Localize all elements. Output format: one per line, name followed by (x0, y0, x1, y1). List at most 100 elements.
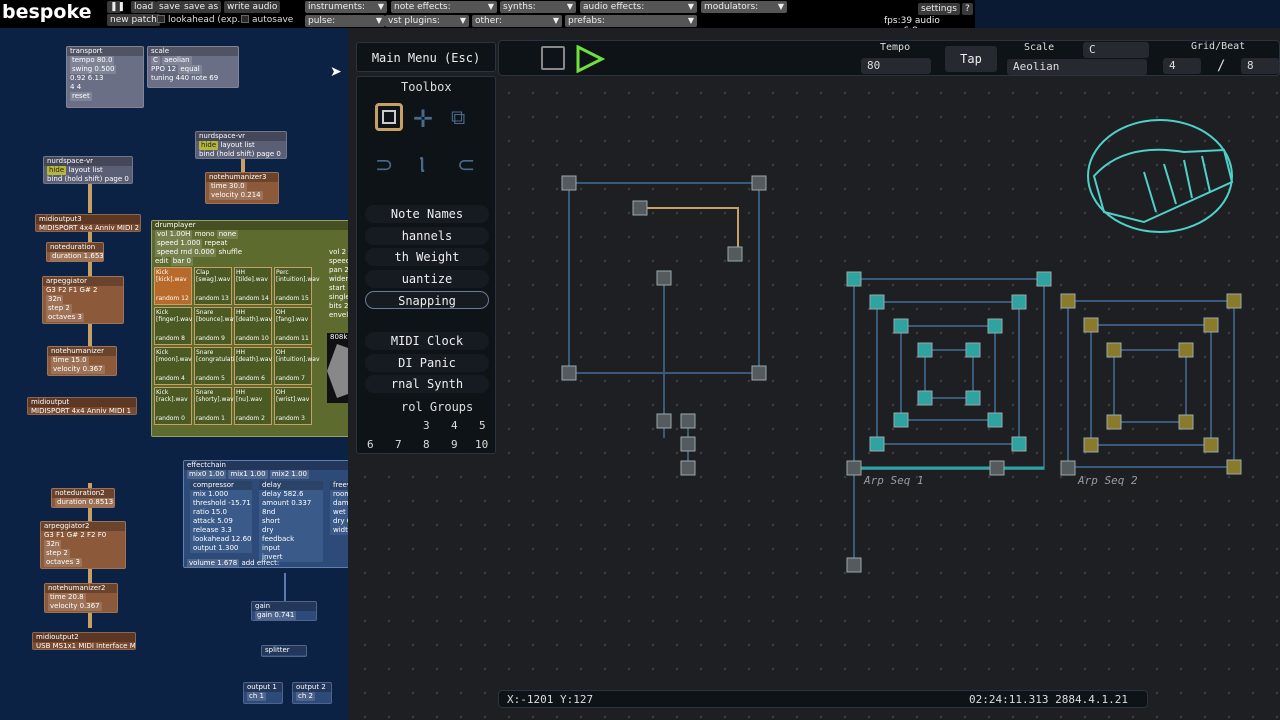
notehumanizer3-module[interactable]: notehumanizer3 time 30.0 velocity 0.214 (205, 172, 279, 204)
sequencer-node[interactable] (1226, 459, 1242, 475)
sequencer-node[interactable] (1011, 294, 1027, 310)
sequencer-node[interactable] (1226, 293, 1242, 309)
delay-effect[interactable]: delay delay 582.6 amount 0.337 8nd short dry f… (259, 481, 323, 562)
group-button[interactable]: 6 (367, 438, 374, 451)
sequencer-node[interactable] (561, 175, 577, 191)
sequencer-node[interactable] (869, 294, 885, 310)
sequencer-node[interactable] (751, 365, 767, 381)
noteduration2-module[interactable]: noteduration2 duration 0.8513 (51, 488, 115, 508)
group-button[interactable]: 10 (475, 438, 488, 451)
sequencer-node[interactable] (656, 413, 672, 429)
sequencer-node[interactable] (869, 436, 885, 452)
sequencer-node[interactable] (1060, 460, 1076, 476)
drum-pad[interactable]: Clap [swag].wav random 13 (194, 267, 232, 305)
play-button[interactable] (575, 44, 606, 74)
drum-pad[interactable]: HH [death].wav random 6 (234, 347, 272, 385)
group-button[interactable]: 4 (451, 419, 458, 432)
midi-clock-toggle[interactable]: MIDI Clock (365, 332, 489, 350)
redo-icon[interactable]: ⊂ (457, 153, 475, 178)
sequencer-node[interactable] (846, 557, 862, 573)
pulse-menu[interactable]: pulse: ▼ (305, 15, 385, 27)
stop-button[interactable] (541, 46, 565, 70)
other-menu[interactable]: other: ▼ (472, 15, 562, 27)
sequencer-node[interactable] (1036, 271, 1052, 287)
sequencer-node[interactable] (1203, 317, 1219, 333)
group-button[interactable]: 7 (395, 438, 402, 451)
scale-mode-select[interactable]: Aeolian (1007, 59, 1147, 75)
arpeggiator-module[interactable]: arpeggiator G3 F2 F1 G# 2 32n step 2 oct… (42, 276, 124, 324)
drum-pad[interactable]: HH [tilde].wav random 14 (234, 267, 272, 305)
effect-param[interactable]: delay 582.6 (259, 490, 323, 499)
split-icon[interactable]: Ⲓ (419, 153, 425, 178)
save-as-button[interactable]: save as (181, 1, 222, 13)
instruments-menu[interactable]: instruments: ▼ (305, 1, 387, 13)
sequencer-node[interactable] (987, 412, 1003, 428)
time-slider[interactable]: time 30.0 (209, 182, 247, 191)
gain-module[interactable]: gain gain 0.741 (251, 601, 317, 621)
effect-param[interactable]: input (259, 544, 323, 553)
splitter-module[interactable]: splitter (261, 645, 307, 657)
effect-param[interactable]: dry (259, 526, 323, 535)
group-button[interactable]: 8 (423, 438, 430, 451)
tempo-input[interactable]: 80 (861, 58, 931, 74)
autosave-checkbox[interactable]: autosave (241, 14, 293, 26)
settings-button[interactable]: settings (918, 3, 960, 15)
noteduration-module[interactable]: noteduration duration 1.653 (46, 242, 104, 262)
transport-module[interactable]: transport tempo 80.0 swing 0.500 0.92 6.… (66, 46, 144, 108)
nurdspace-vr-module[interactable]: nurdspace-vr hide layout list bind (hold… (43, 156, 133, 184)
snapping-toggle[interactable]: Snapping (365, 291, 489, 309)
sequencer-node[interactable] (1106, 342, 1122, 358)
effect-param[interactable]: release 3.3 (190, 526, 252, 535)
effect-param[interactable]: mix 1.000 (190, 490, 252, 499)
group-button[interactable]: 3 (423, 419, 430, 432)
drum-pad[interactable]: Kick [finger].wav random 8 (154, 307, 192, 345)
new-patch-button[interactable]: new patch (107, 14, 160, 26)
drum-pad[interactable]: HH [death].wav random 10 (234, 307, 272, 345)
note-effects-menu[interactable]: note effects: ▼ (391, 1, 497, 13)
move-tool-icon[interactable]: ✛ (413, 105, 433, 133)
effect-param[interactable]: ratio 15.0 (190, 508, 252, 517)
sequencer-node[interactable] (917, 342, 933, 358)
sequencer-node[interactable] (965, 390, 981, 406)
sequencer-node[interactable] (751, 175, 767, 191)
reset-button[interactable]: reset (70, 92, 92, 101)
sequencer-node[interactable] (1083, 437, 1099, 453)
drum-pad[interactable]: Snare [bounce].wav random 9 (194, 307, 237, 345)
grid-numerator-input[interactable]: 4 (1163, 58, 1201, 74)
sequencer-node[interactable] (1060, 293, 1076, 309)
drum-pad[interactable]: Kick [moon].wav random 4 (154, 347, 192, 385)
midioutput2-module[interactable]: midioutput2 USB MS1x1 MIDI Interface MID… (32, 632, 136, 650)
sequencer-node[interactable] (846, 271, 862, 287)
notehumanizer-module[interactable]: notehumanizer time 15.0 velocity 0.367 (47, 346, 117, 376)
tap-button[interactable]: Tap (945, 46, 997, 72)
sequencer-node[interactable] (1178, 414, 1194, 430)
tempo-slider[interactable]: tempo 80.0 (70, 56, 115, 65)
modulators-menu[interactable]: modulators: ▼ (701, 1, 787, 13)
drum-pad[interactable]: Perc [intuition].wav random 15 (274, 267, 320, 305)
internal-synth-toggle[interactable]: rnal Synth (365, 375, 489, 393)
drum-pad[interactable]: Kick [kick].wav random 12 (154, 267, 192, 305)
midioutput3-module[interactable]: midioutput3 MIDISPORT 4x4 Anniv MIDI 2 (35, 214, 141, 232)
synths-menu[interactable]: synths: ▼ (500, 1, 576, 13)
hide-toggle[interactable]: hide (199, 141, 219, 150)
scale-root-select[interactable]: C (1083, 42, 1149, 58)
root-select[interactable]: C (151, 56, 160, 65)
main-menu-button[interactable]: Main Menu (Esc) (356, 42, 496, 72)
sequencer-node[interactable] (632, 200, 648, 216)
notehumanizer2-module[interactable]: notehumanizer2 time 20.8 velocity 0.367 (44, 583, 118, 613)
sequencer-node[interactable] (1106, 414, 1122, 430)
weight-toggle[interactable]: th Weight (365, 248, 489, 266)
resize-tool-icon[interactable]: ⧉ (451, 105, 465, 129)
duration-slider[interactable]: duration 1.653 (50, 252, 103, 261)
lookahead-checkbox[interactable]: lookahead (exp.) (157, 14, 244, 26)
sequencer-node[interactable] (680, 413, 696, 429)
sequencer-node[interactable] (893, 318, 909, 334)
sequencer-node[interactable] (1011, 436, 1027, 452)
write-audio-button[interactable]: write audio (224, 1, 281, 13)
group-button[interactable]: 9 (451, 438, 458, 451)
note-names-toggle[interactable]: Note Names (365, 205, 489, 223)
drum-pad[interactable]: HH [nu].wav random 2 (234, 387, 272, 425)
effect-param[interactable]: feedback (259, 535, 323, 544)
sequencer-node[interactable] (846, 460, 862, 476)
effect-param[interactable]: output 1.300 (190, 544, 252, 553)
